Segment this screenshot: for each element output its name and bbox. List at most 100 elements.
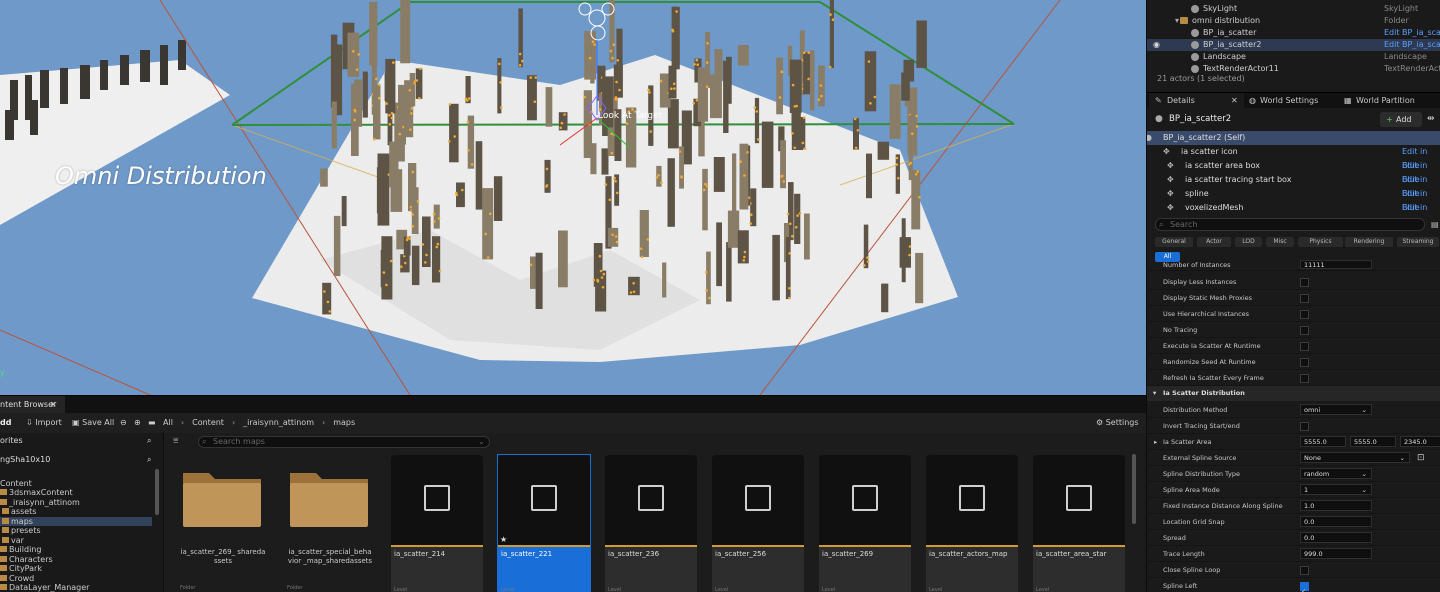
tree-item[interactable]: Crowd xyxy=(0,574,152,584)
outliner-row[interactable]: BP_ia_scatter Edit BP_ia_scatt xyxy=(1147,27,1440,39)
property-checkbox[interactable] xyxy=(1300,422,1309,431)
eye-icon[interactable]: ◉ xyxy=(1153,39,1160,51)
asset-tile[interactable]: ia_scatter_236 Level xyxy=(605,455,697,592)
property-field[interactable]: 999.0 xyxy=(1300,548,1372,559)
forward-icon[interactable]: ⊕ xyxy=(134,413,141,433)
breadcrumb-item[interactable]: _iraisynn_attinom xyxy=(243,418,314,427)
property-checkbox[interactable] xyxy=(1300,294,1309,303)
component-row[interactable]: ● BP_ia_scatter2 (Self) xyxy=(1147,131,1440,145)
property-dropdown[interactable]: None ⌄ xyxy=(1300,452,1410,463)
tree-item[interactable]: Characters xyxy=(0,555,152,565)
category-streaming[interactable]: Streaming xyxy=(1397,237,1439,247)
category-physics[interactable]: Physics xyxy=(1298,237,1343,247)
tree-item[interactable]: Content xyxy=(0,479,152,489)
property-checkbox[interactable] xyxy=(1300,278,1309,287)
close-icon[interactable]: ✕ xyxy=(50,396,57,413)
asset-search-input[interactable]: ⌕ Search maps ⌄ xyxy=(198,436,490,448)
property-checkbox[interactable] xyxy=(1300,374,1309,383)
asset-tile[interactable]: ia_scatter_256 Level xyxy=(712,455,804,592)
component-row[interactable]: ✥ ia scatter tracing start box Edit in Blu… xyxy=(1147,173,1440,198)
area-x-field[interactable]: 5555.0 xyxy=(1300,436,1346,447)
property-checkbox[interactable] xyxy=(1300,326,1309,335)
add-component-button[interactable]: + Add xyxy=(1380,112,1422,127)
chevron-right-icon[interactable]: ▸ xyxy=(1154,434,1157,450)
component-row[interactable]: ✥voxelizedMeshEdit in Blue xyxy=(1147,201,1440,226)
property-dropdown[interactable]: omni ⌄ xyxy=(1300,404,1372,415)
tree-item[interactable]: var xyxy=(0,536,152,546)
property-field[interactable]: 1.0 xyxy=(1300,500,1372,511)
breadcrumb-item[interactable]: maps xyxy=(333,418,355,427)
asset-tile[interactable]: ia_scatter_special_behavior _map_shareda… xyxy=(284,455,376,592)
chevron-down-icon[interactable]: ▾ xyxy=(1175,15,1179,27)
tree-item[interactable]: CityPark xyxy=(0,564,152,574)
property-dropdown[interactable]: 1 ⌄ xyxy=(1300,484,1372,495)
level-viewport[interactable]: Omni Distribution Look At Target y xyxy=(0,0,1146,395)
category-actor[interactable]: Actor xyxy=(1197,237,1231,247)
asset-tile[interactable]: ★ ia_scatter_221 Level xyxy=(497,454,591,592)
details-search-input[interactable]: ⌕ Search xyxy=(1155,218,1425,231)
area-y-field[interactable]: 5555.0 xyxy=(1350,436,1396,447)
category-misc[interactable]: Misc xyxy=(1266,237,1294,247)
tab-world-partition[interactable]: ▦ World Partition xyxy=(1342,93,1437,109)
tree-item[interactable]: DataLayer_Manager xyxy=(0,583,152,592)
asset-tile[interactable]: ia_scatter_area_star Level xyxy=(1033,455,1125,592)
tree-item[interactable] xyxy=(0,469,152,479)
back-icon[interactable]: ⊖ xyxy=(120,413,127,433)
chevron-right-icon[interactable]: › xyxy=(322,418,325,427)
asset-tile[interactable]: ia_scatter_269 Level xyxy=(819,455,911,592)
number-of-instances-field[interactable]: 11111 xyxy=(1300,260,1372,269)
outliner-item-type[interactable]: Edit BP_ia_scatt xyxy=(1384,39,1440,51)
outliner-row[interactable]: SkyLight SkyLight xyxy=(1147,3,1440,15)
property-checkbox[interactable] xyxy=(1300,358,1309,367)
browse-icon[interactable]: ⊡ xyxy=(1417,450,1425,466)
favorites-header[interactable]: orites ⌕ xyxy=(0,435,164,447)
area-z-field[interactable]: 2345.0 xyxy=(1400,436,1440,447)
tree-item[interactable]: _iraisynn_attinom xyxy=(0,498,152,508)
outliner-row[interactable]: ◉ BP_ia_scatter2 Edit BP_ia_scatt xyxy=(1147,39,1440,51)
table-view-icon[interactable]: ▤ xyxy=(1431,220,1439,229)
save-all-button[interactable]: ▣ Save All xyxy=(72,413,114,433)
asset-tile[interactable]: ia_scatter_269_ sharedassets Folder xyxy=(177,455,269,592)
tree-item[interactable]: assets xyxy=(0,507,152,517)
category-lod[interactable]: LOD xyxy=(1235,237,1262,247)
search-icon[interactable]: ⌕ xyxy=(147,435,151,447)
component-row[interactable]: ✥ ia scatter area box Edit in Blue xyxy=(1147,159,1440,184)
property-checkbox[interactable] xyxy=(1300,566,1309,575)
breadcrumb-item[interactable]: Content xyxy=(192,418,224,427)
property-checkbox[interactable]: ✓ xyxy=(1300,582,1309,592)
property-field[interactable]: 0.0 xyxy=(1300,516,1372,527)
property-checkbox[interactable] xyxy=(1300,342,1309,351)
tree-item[interactable]: 3dsmaxContent xyxy=(0,488,152,498)
property-field[interactable]: 0.0 xyxy=(1300,532,1372,543)
property-checkbox[interactable] xyxy=(1300,310,1309,319)
category-rendering[interactable]: Rendering xyxy=(1345,237,1393,247)
tab-details[interactable]: ✎ Details ✕ xyxy=(1149,93,1244,109)
options-icon[interactable]: ⇹ xyxy=(1427,114,1435,124)
tree-item[interactable]: Building xyxy=(0,545,152,555)
asset-tile[interactable]: ia_scatter_actors_map Level xyxy=(926,455,1018,592)
section-header[interactable]: ▾ Ia Scatter Distribution xyxy=(1147,386,1440,401)
tree-scrollbar[interactable] xyxy=(155,469,159,515)
chevron-right-icon[interactable]: › xyxy=(181,418,184,427)
asset-tile[interactable]: ia_scatter_214 Level xyxy=(391,455,483,592)
filter-icon[interactable]: ⩸ xyxy=(173,436,178,446)
settings-button[interactable]: ⚙ Settings xyxy=(1096,413,1139,433)
close-icon[interactable]: ✕ xyxy=(1231,93,1238,109)
component-row[interactable]: ✥ ia scatter icon Edit in Blue xyxy=(1147,145,1440,170)
import-button[interactable]: ⇩ Import xyxy=(26,413,62,433)
tab-world-settings[interactable]: ◍ World Settings xyxy=(1247,93,1337,109)
tab-content-browser[interactable]: ntent Browser ✕ xyxy=(0,396,65,413)
add-button[interactable]: dd xyxy=(0,413,11,433)
category-general[interactable]: General xyxy=(1155,237,1193,247)
outliner-row[interactable]: Landscape Landscape xyxy=(1147,51,1440,63)
outliner-item-type[interactable]: Edit BP_ia_scatt xyxy=(1384,27,1440,39)
asset-scrollbar[interactable] xyxy=(1132,454,1136,524)
outliner-row[interactable]: ▾ omni distribution Folder xyxy=(1147,15,1440,27)
chevron-right-icon[interactable]: › xyxy=(232,418,235,427)
breadcrumb-item[interactable]: All xyxy=(163,418,173,427)
property-dropdown[interactable]: random ⌄ xyxy=(1300,468,1372,479)
search-icon[interactable]: ⌕ xyxy=(147,454,151,466)
component-row[interactable]: ✥ spline Edit in Blue xyxy=(1147,187,1440,212)
tree-item[interactable]: presets xyxy=(0,526,152,536)
chevron-down-icon[interactable]: ⌄ xyxy=(478,437,485,447)
